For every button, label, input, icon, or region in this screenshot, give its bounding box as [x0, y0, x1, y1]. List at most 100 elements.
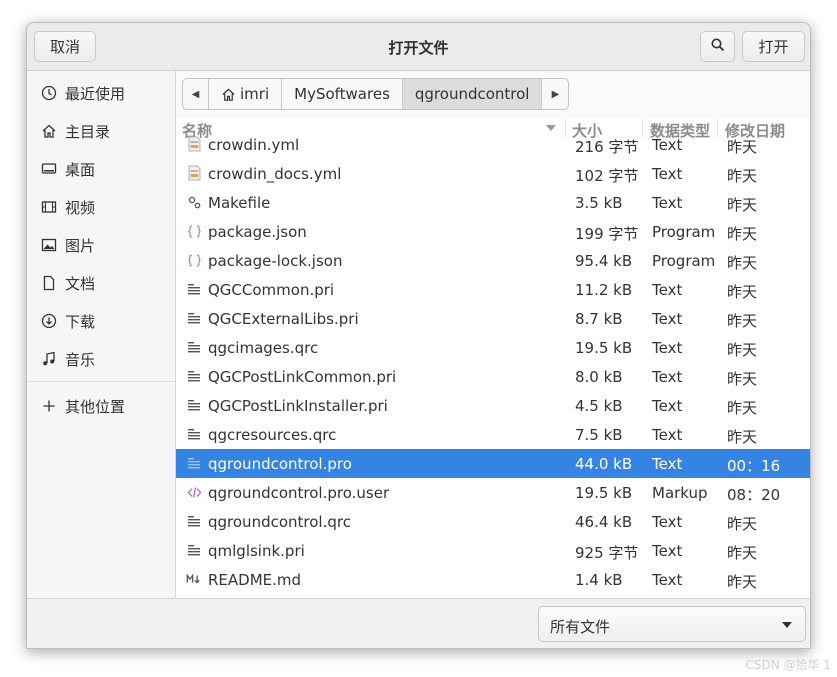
file-row[interactable]: qgroundcontrol.pro.user 19.5 kB Markup 08：2…: [176, 478, 810, 507]
file-row[interactable]: qgcimages.qrc 19.5 kB Text 昨天: [176, 333, 810, 362]
file-size: 102 字节: [575, 167, 639, 185]
file-row[interactable]: Makefile 3.5 kB Text 昨天: [176, 188, 810, 217]
file-row[interactable]: qgroundcontrol.pro 44.0 kB Text 00：16: [176, 449, 810, 478]
sidebar-item-other-locations[interactable]: 其他位置: [27, 388, 176, 424]
file-type-filter-dropdown[interactable]: 所有文件: [538, 606, 806, 642]
file-type: Text: [652, 368, 683, 386]
sidebar-item-music[interactable]: 音乐: [27, 341, 176, 377]
file-size: 46.4 kB: [575, 513, 633, 531]
file-type: Text: [652, 310, 683, 328]
file-name: qgroundcontrol.pro: [208, 455, 352, 473]
json-icon: [186, 223, 202, 239]
file-row[interactable]: package-lock.json 95.4 kB Program 昨天: [176, 246, 810, 275]
file-type: Text: [652, 513, 683, 531]
file-modified: 08：20: [727, 486, 781, 504]
dialog-title: 打开文件: [388, 39, 449, 57]
file-name: crowdin.yml: [208, 136, 300, 154]
file-modified: 昨天: [727, 428, 758, 446]
file-type: Program: [652, 252, 716, 270]
sidebar-item-downloads[interactable]: 下载: [27, 303, 176, 339]
sidebar-item-videos[interactable]: 视频: [27, 189, 176, 225]
text-file-icon: [186, 339, 202, 355]
file-type: Text: [652, 281, 683, 299]
file-row[interactable]: crowdin_docs.yml 102 字节 Text 昨天: [176, 159, 810, 188]
file-type: Text: [652, 571, 683, 589]
file-size: 199 字节: [575, 225, 639, 243]
sidebar-item-desktop[interactable]: 桌面: [27, 151, 176, 187]
file-row[interactable]: QGCCommon.pri 11.2 kB Text 昨天: [176, 275, 810, 304]
file-modified: 昨天: [727, 515, 758, 533]
file-row[interactable]: qmlglsink.pri 925 字节 Text 昨天: [176, 536, 810, 565]
sidebar-item-label: 视频: [65, 198, 96, 217]
file-row[interactable]: package.json 199 字节 Program 昨天: [176, 217, 810, 246]
file-row[interactable]: QGCExternalLibs.pri 8.7 kB Text 昨天: [176, 304, 810, 333]
file-name: qmlglsink.pri: [208, 542, 305, 560]
music-icon: [39, 351, 59, 367]
file-size: 8.7 kB: [575, 310, 623, 328]
file-row[interactable]: qgroundcontrol.qrc 46.4 kB Text 昨天: [176, 507, 810, 536]
file-name: Makefile: [208, 194, 271, 212]
file-type: Text: [652, 426, 683, 444]
sidebar-item-documents[interactable]: 文档: [27, 265, 176, 301]
file-size: 7.5 kB: [575, 426, 623, 444]
sidebar-item-recent[interactable]: 最近使用: [27, 75, 176, 111]
file-name: package.json: [208, 223, 307, 241]
file-name: QGCPostLinkInstaller.pri: [208, 397, 388, 415]
desktop-icon: [39, 161, 59, 177]
file-type: Text: [652, 165, 683, 183]
file-name: qgroundcontrol.pro.user: [208, 484, 390, 502]
watermark: CSDN @拾华 1: [745, 658, 831, 672]
search-button[interactable]: [700, 31, 735, 62]
file-list: 名称 大小 数据类型 修改日期 crowdin.yml 216 字节 Text 昨天 c…: [176, 117, 810, 598]
home-icon: [39, 123, 59, 139]
file-type-filter-label: 所有文件: [550, 618, 611, 636]
footer-bar: 所有文件: [27, 598, 810, 648]
path-segment-home[interactable]: imri: [209, 79, 283, 109]
path-segment-qgroundcontrol[interactable]: qgroundcontrol: [402, 79, 543, 109]
sidebar-item-label: 主目录: [65, 122, 111, 141]
download-icon: [39, 313, 59, 329]
text-file-icon: [186, 281, 202, 297]
document-icon: [39, 275, 59, 291]
path-bar: ◀ imri MySoftwares qgroundcontrol ▶: [182, 78, 570, 110]
file-name: QGCCommon.pri: [208, 281, 335, 299]
text-file-icon: [186, 397, 202, 413]
file-size: 19.5 kB: [575, 339, 633, 357]
file-type: Markup: [652, 484, 708, 502]
sidebar-item-home[interactable]: 主目录: [27, 113, 176, 149]
video-icon: [39, 199, 59, 215]
file-size: 19.5 kB: [575, 484, 633, 502]
file-row[interactable]: QGCPostLinkInstaller.pri 4.5 kB Text 昨天: [176, 391, 810, 420]
text-file-icon: [186, 426, 202, 442]
file-name: package-lock.json: [208, 252, 343, 270]
yaml-icon: [186, 165, 202, 181]
file-modified: 昨天: [727, 225, 758, 243]
file-size: 11.2 kB: [575, 281, 633, 299]
file-row[interactable]: README.md 1.4 kB Text 昨天: [176, 565, 810, 594]
file-type: Text: [652, 455, 683, 473]
file-modified: 昨天: [727, 341, 758, 359]
json-icon: [186, 252, 202, 268]
file-type: Text: [652, 397, 683, 415]
open-button[interactable]: 打开: [742, 31, 805, 62]
path-scroll-right-button[interactable]: ▶: [542, 79, 568, 109]
file-row[interactable]: QGCPostLinkCommon.pri 8.0 kB Text 昨天: [176, 362, 810, 391]
file-row[interactable]: qgcresources.qrc 7.5 kB Text 昨天: [176, 420, 810, 449]
file-size: 8.0 kB: [575, 368, 623, 386]
file-modified: 昨天: [727, 312, 758, 330]
file-modified: 昨天: [727, 544, 758, 562]
file-name: crowdin_docs.yml: [208, 165, 342, 183]
path-scroll-left-button[interactable]: ◀: [183, 79, 209, 109]
text-file-icon: [186, 542, 202, 558]
path-segment-mysoftwares[interactable]: MySoftwares: [282, 79, 403, 109]
file-type: Text: [652, 542, 683, 560]
file-size: 95.4 kB: [575, 252, 633, 270]
sidebar-item-pictures[interactable]: 图片: [27, 227, 176, 263]
file-row[interactable]: crowdin.yml 216 字节 Text 昨天: [176, 130, 810, 159]
clock-icon: [39, 85, 59, 101]
text-file-icon: [186, 310, 202, 326]
plus-icon: [39, 398, 59, 414]
file-name: qgcresources.qrc: [208, 426, 337, 444]
text-file-icon: [186, 368, 202, 384]
file-modified: 昨天: [727, 399, 758, 417]
